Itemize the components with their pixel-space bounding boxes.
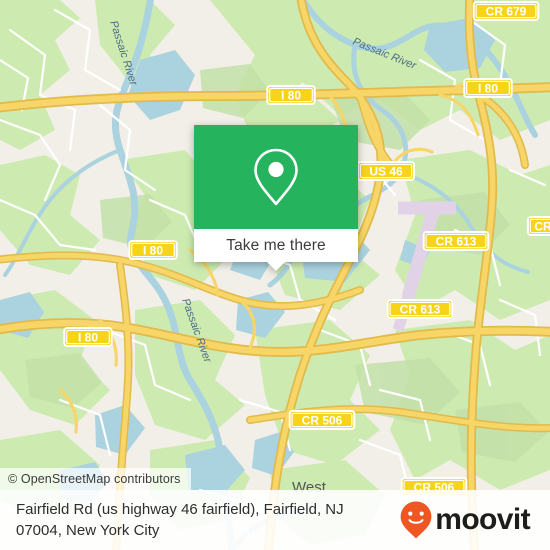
road-shield[interactable]: CR 679 [472, 1, 540, 21]
address-line-1: Fairfield Rd (us highway 46 fairfield), … [16, 501, 344, 518]
road-shield-label: CR 506 [302, 413, 343, 427]
road-shield-label: I 80 [78, 330, 98, 344]
moovit-pin-smiley-icon [400, 501, 432, 539]
road-shield-label: I 80 [143, 243, 163, 257]
road-shield[interactable]: I 80 [266, 85, 316, 105]
address-line-2: 07004, New York City [16, 522, 160, 539]
road-shield[interactable]: CR 613 [386, 299, 454, 319]
road-shield-label: CR 679 [486, 4, 527, 18]
osm-attribution[interactable]: © OpenStreetMap contributors [0, 468, 191, 490]
road-shield[interactable]: I 80 [63, 327, 113, 347]
road-shield-label: I 80 [478, 81, 498, 95]
callout-pin-panel [194, 125, 358, 229]
road-shield-label: CR 613 [400, 302, 441, 316]
destination-callout-card[interactable]: Take me there [194, 125, 358, 271]
road-shield[interactable]: I 80 [463, 78, 513, 98]
road-shield-label: I 80 [281, 88, 301, 102]
road-shield-label: CR 613 [436, 234, 477, 248]
moovit-wordmark: moovit [435, 503, 530, 536]
address-block: Fairfield Rd (us highway 46 fairfield), … [16, 499, 344, 541]
road-shield-label: CR [534, 219, 550, 233]
road-shield-label: US 46 [369, 164, 403, 178]
road-shield[interactable]: I 80 [128, 240, 178, 260]
road-shield[interactable]: US 46 [357, 161, 415, 181]
moovit-map-screen: Passaic River Passaic River Passaic Rive… [0, 0, 550, 550]
footer-bar: Fairfield Rd (us highway 46 fairfield), … [0, 490, 550, 550]
take-me-there-button[interactable]: Take me there [194, 229, 358, 262]
map-pin-icon [254, 148, 298, 206]
road-shield[interactable]: CR [526, 216, 550, 236]
road-shield[interactable]: CR 506 [288, 410, 356, 430]
take-me-there-label: Take me there [226, 236, 326, 254]
moovit-brand[interactable]: moovit [399, 500, 531, 540]
callout-tail [266, 261, 286, 271]
road-shield[interactable]: CR 613 [422, 231, 490, 251]
